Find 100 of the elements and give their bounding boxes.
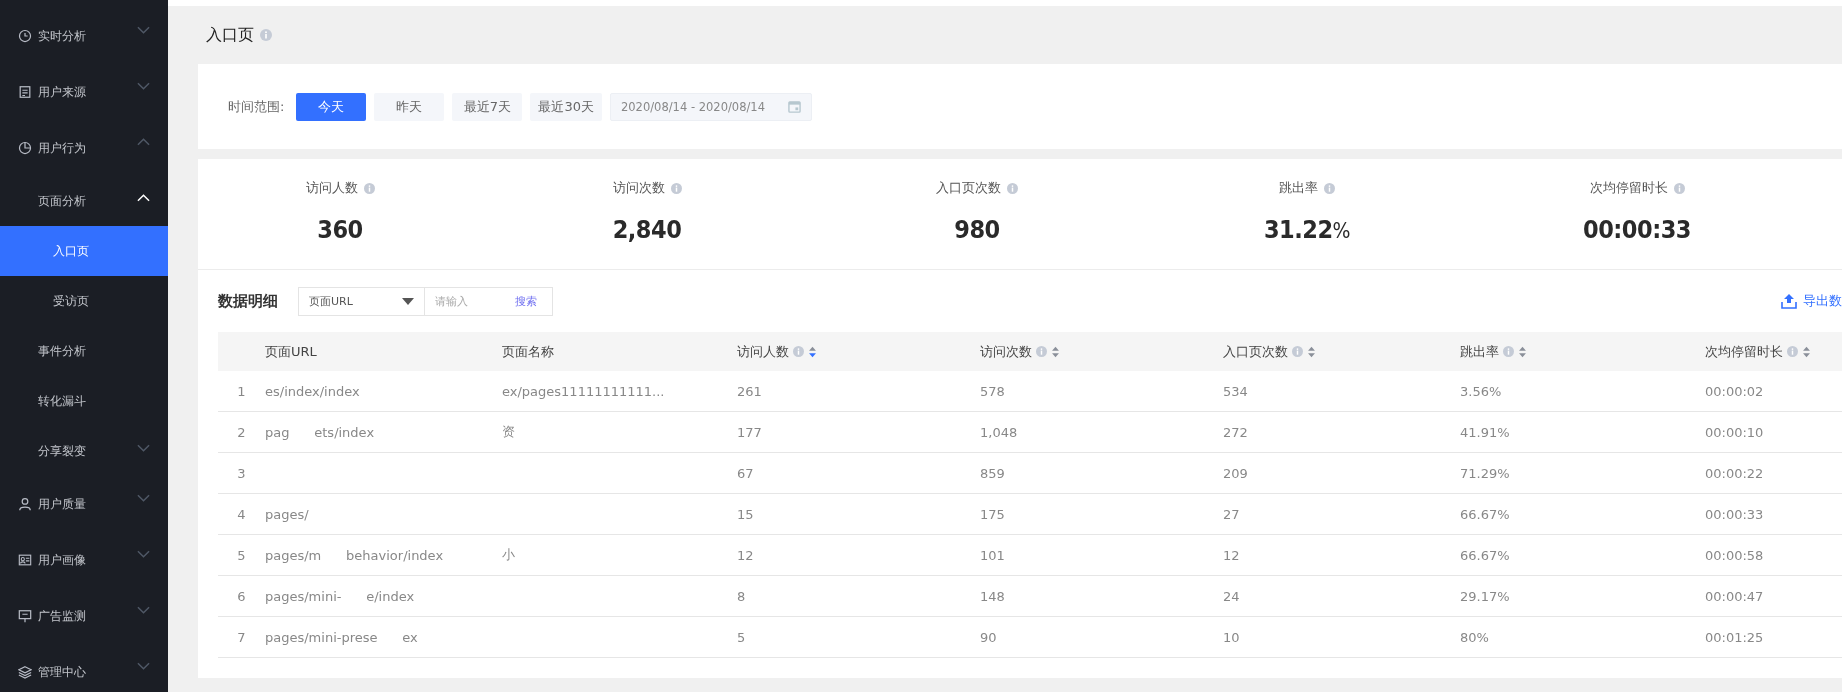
chevron-down-icon [137,662,150,670]
person-icon [18,497,32,511]
column-header[interactable]: 页面名称 [502,342,554,361]
dropdown[interactable]: 页面URL [298,286,425,316]
table-cell: 8 [737,588,746,604]
info-icon[interactable] [670,182,682,194]
stat-value: 360 [317,215,363,244]
table-cell: 00:01:25 [1705,629,1764,645]
search-field[interactable]: 请输入 搜索 [425,286,553,316]
info-icon[interactable] [260,29,272,41]
nav-item[interactable]: 受访页 [0,276,168,326]
table-cell: 15 [737,506,754,522]
date-range-button[interactable]: 最近7天 [452,92,523,121]
info-icon[interactable] [1324,182,1335,194]
table-cell: 5 [737,629,746,645]
nav-item[interactable]: 事件分析 [0,326,168,376]
table-cell: 10 [1223,629,1240,645]
row-number: 1 [237,383,246,399]
table-cell: 90 [980,629,997,645]
table-cell: pages/m behavior/index [265,547,444,563]
search-button[interactable]: 搜索 [515,293,537,309]
nav-item[interactable]: 用户画像 [0,532,168,588]
info-icon[interactable] [1673,182,1685,194]
board-icon [18,609,32,623]
column-header[interactable]: 页面URL [265,342,317,361]
table-cell: es/index/index [265,383,360,399]
stat-label: 访问人数 [305,179,358,197]
table-cell: 71.29% [1460,465,1510,481]
info-icon[interactable] [793,346,804,357]
table-cell: 148 [980,588,1005,604]
column-header[interactable]: 访问人数 [737,342,789,361]
date-range-button[interactable]: 最近30天 [530,92,602,121]
table-cell: 534 [1223,383,1248,399]
upload-icon [1781,293,1797,309]
sort-icon[interactable] [1802,345,1811,358]
info-icon[interactable] [1036,346,1047,357]
column-header[interactable]: 跳出率 [1460,342,1499,361]
table-cell: ex/pages11111111111... [502,383,665,399]
nav-item[interactable]: 实时分析 [0,8,168,64]
info-icon[interactable] [363,182,375,194]
filter-label: 时间范围: [228,97,285,116]
table-cell: 00:00:22 [1705,465,1764,481]
table-cell: 272 [1223,424,1248,440]
info-icon[interactable] [1503,346,1514,357]
row-number: 5 [237,547,246,563]
stat-label: 次均停留时长 [1589,179,1668,197]
info-icon[interactable] [1007,182,1018,194]
nav-item[interactable]: 管理中心 [0,644,168,692]
export-link[interactable]: 导出数 [1781,292,1842,310]
info-icon[interactable] [1292,346,1303,357]
chevron-down-icon [137,606,150,614]
row-number: 7 [237,629,246,645]
sort-icon[interactable] [1307,345,1316,358]
pie-icon [18,141,32,155]
row-number: 6 [237,588,246,604]
stat-label: 跳出率 [1279,179,1318,197]
table-cell: 101 [980,547,1005,563]
nav-item[interactable]: 用户行为 [0,120,168,176]
table-cell: 29.17% [1460,588,1510,604]
nav-item[interactable]: 用户质量 [0,476,168,532]
sort-icon[interactable] [808,345,817,358]
info-icon[interactable] [1787,346,1798,357]
row-number: 2 [237,424,246,440]
column-header[interactable]: 访问次数 [980,342,1032,361]
table-cell: pag ets/index [265,424,375,440]
table-cell: 00:00:33 [1705,506,1764,522]
table-cell: 859 [980,465,1005,481]
nav-item[interactable]: 页面分析 [0,176,168,226]
table-cell: 00:00:02 [1705,383,1764,399]
nav-item[interactable]: 分享裂变 [0,426,168,476]
table-cell: 00:00:58 [1705,547,1764,563]
nav-item[interactable]: 用户来源 [0,64,168,120]
layers-icon [18,665,32,679]
date-range-button[interactable]: 昨天 [374,92,445,121]
table-cell: 00:00:47 [1705,588,1764,604]
sort-icon[interactable] [1051,345,1060,358]
stat-label: 入口页次数 [936,179,1001,197]
table-cell: 261 [737,383,762,399]
chevron-up-icon [137,194,150,202]
chevron-up-icon [137,138,150,146]
column-header[interactable]: 次均停留时长 [1705,342,1783,361]
table-cell: 177 [737,424,762,440]
nav-item[interactable]: 入口页 [0,226,168,276]
table-cell: 24 [1223,588,1240,604]
table-cell: 41.91% [1460,424,1510,440]
nav-item[interactable]: 广告监测 [0,588,168,644]
sort-icon[interactable] [1518,345,1527,358]
nav-item[interactable]: 转化漏斗 [0,376,168,426]
chevron-down-icon [137,82,150,90]
table-cell: 3.56% [1460,383,1502,399]
column-header[interactable]: 入口页次数 [1223,342,1288,361]
table-cell: 00:00:10 [1705,424,1764,440]
stat-value: 00:00:33 [1583,215,1691,244]
form-icon [18,85,32,99]
row-number: 3 [237,465,246,481]
chevron-down-icon [137,444,150,452]
calendar-icon [787,100,801,113]
table-cell: 66.67% [1460,506,1510,522]
section-title: 数据明细 [218,291,278,311]
date-range-button[interactable]: 今天 [296,92,367,121]
